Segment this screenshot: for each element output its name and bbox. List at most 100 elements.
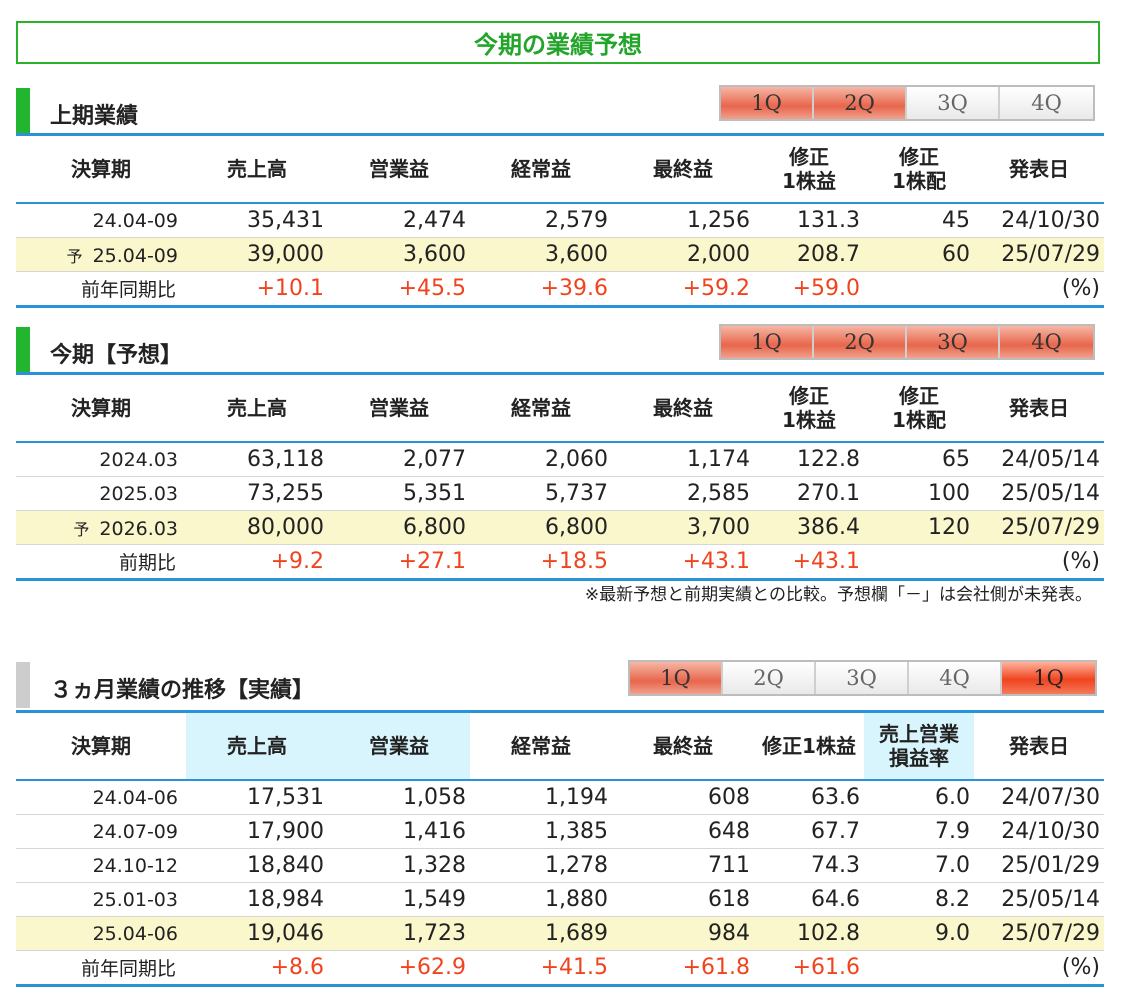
value-cell: 25/07/29 [1001, 921, 1100, 946]
period-label: 24.04-06 [92, 786, 178, 809]
comparison-value: +61.6 [792, 955, 860, 980]
tab-3q[interactable]: 3Q [907, 87, 1000, 119]
tab-4q[interactable]: 4Q [1000, 326, 1093, 358]
value-cell: 18,840 [247, 853, 324, 878]
value-cell: 25/05/14 [1001, 887, 1100, 912]
value-cell: 608 [708, 785, 750, 810]
period-cell: 25.01-03 [16, 889, 186, 911]
column-header: 営業益 [328, 136, 470, 202]
value-cell: 17,531 [247, 785, 324, 810]
tab-2q[interactable]: 2Q [723, 662, 816, 694]
table-row: 25.01-03 18,984 1,549 1,880 618 64.6 8.2 25/05/… [16, 883, 1104, 917]
table-row: 24.04-06 17,531 1,058 1,194 608 63.6 6.0 24/07/… [16, 781, 1104, 815]
comparison-value: +62.9 [398, 955, 466, 980]
period-label: 24.04-09 [92, 209, 178, 232]
period-cell: 予 25.04-09 [16, 243, 186, 267]
value-cell: 1,194 [545, 785, 608, 810]
value-cell: 60 [942, 242, 970, 267]
value-cell: 6,800 [545, 515, 608, 540]
tab-3q[interactable]: 3Q [816, 662, 909, 694]
comparison-value: +61.8 [682, 955, 750, 980]
column-header-label: 発表日 [1009, 396, 1069, 420]
comparison-value: +59.2 [682, 276, 750, 301]
value-cell: 984 [708, 921, 750, 946]
tab-1q[interactable]: 1Q [721, 87, 814, 119]
tab-4q[interactable]: 4Q [1000, 87, 1093, 119]
value-cell: 67.7 [811, 819, 860, 844]
value-cell: 100 [928, 481, 970, 506]
comparison-value: +39.6 [540, 276, 608, 301]
value-cell: 9.0 [935, 921, 970, 946]
column-header: 最終益 [612, 375, 754, 441]
period-label: 2025.03 [99, 482, 178, 505]
column-header: 売上高 [186, 713, 328, 779]
value-cell: 25/07/29 [1001, 242, 1100, 267]
table-row: 25.04-06 19,046 1,723 1,689 984 102.8 9.0 25/07… [16, 917, 1104, 951]
value-cell: 1,256 [687, 208, 750, 233]
value-cell: 3,600 [403, 242, 466, 267]
column-header-label: 修正 1株益 [782, 145, 836, 193]
table-row: 24.07-09 17,900 1,416 1,385 648 67.7 7.9 24/10/… [16, 815, 1104, 849]
value-cell: 208.7 [797, 242, 860, 267]
column-header-label: 発表日 [1009, 157, 1069, 181]
tab-4q[interactable]: 4Q [909, 662, 1002, 694]
value-cell: 24/05/14 [1001, 447, 1100, 472]
value-cell: 74.3 [811, 853, 860, 878]
quarterly-table: 決算期 売上高 営業益 経常益 最終益 修正1株益 売上営業 損益率 発表日 24.04-06 1… [16, 710, 1104, 987]
tab-1q-current[interactable]: 1Q [1002, 662, 1095, 694]
value-cell: 35,431 [247, 208, 324, 233]
tab-2q[interactable]: 2Q [814, 87, 907, 119]
value-cell: 1,278 [545, 853, 608, 878]
column-header: 発表日 [974, 375, 1104, 441]
quarter-tabs-quarterly: 1Q 2Q 3Q 4Q 1Q [628, 660, 1097, 696]
tab-2q[interactable]: 2Q [814, 326, 907, 358]
column-header-label: 決算期 [71, 157, 131, 181]
column-header-label: 修正 1株益 [782, 384, 836, 432]
column-header-label: 営業益 [369, 157, 429, 181]
comparison-value: (%) [1061, 955, 1100, 980]
value-cell: 1,328 [403, 853, 466, 878]
value-cell: 2,579 [545, 208, 608, 233]
period-cell: 予 2026.03 [16, 516, 186, 540]
period-label: 2026.03 [99, 517, 178, 540]
value-cell: 1,689 [545, 921, 608, 946]
column-header-label: 決算期 [71, 396, 131, 420]
column-header: 修正 1株配 [864, 136, 974, 202]
tab-1q[interactable]: 1Q [721, 326, 814, 358]
column-header: 営業益 [328, 713, 470, 779]
table-row: 2025.03 73,255 5,351 5,737 2,585 270.1 100 25/0… [16, 477, 1104, 511]
column-header-label: 経常益 [511, 157, 571, 181]
value-cell: 73,255 [247, 481, 324, 506]
value-cell: 648 [708, 819, 750, 844]
quarter-tabs-first-half: 1Q 2Q 3Q 4Q [719, 85, 1095, 121]
value-cell: 1,723 [403, 921, 466, 946]
value-cell: 1,058 [403, 785, 466, 810]
value-cell: 65 [942, 447, 970, 472]
value-cell: 1,880 [545, 887, 608, 912]
value-cell: 122.8 [797, 447, 860, 472]
column-header: 修正 1株配 [864, 375, 974, 441]
period-cell: 2025.03 [16, 483, 186, 505]
column-header: 発表日 [974, 136, 1104, 202]
value-cell: 25/07/29 [1001, 515, 1100, 540]
value-cell: 7.9 [935, 819, 970, 844]
table-row: 2024.03 63,118 2,077 2,060 1,174 122.8 65 24/05… [16, 443, 1104, 477]
value-cell: 2,585 [687, 481, 750, 506]
value-cell: 5,737 [545, 481, 608, 506]
column-header: 売上高 [186, 375, 328, 441]
value-cell: 24/10/30 [1001, 819, 1100, 844]
section-marker [16, 88, 30, 134]
forecast-mark: 予 [66, 246, 83, 266]
table-header-row: 決算期 売上高 営業益 経常益 最終益 修正 1株益 修正 1株配 発表日 [16, 375, 1104, 443]
column-header-label: 決算期 [71, 734, 131, 758]
value-cell: 2,000 [687, 242, 750, 267]
period-label: 25.04-09 [92, 244, 178, 267]
tab-1q[interactable]: 1Q [630, 662, 723, 694]
section-title-quarterly: ３ヵ月業績の推移【実績】 [16, 660, 314, 708]
value-cell: 3,700 [687, 515, 750, 540]
column-header: 経常益 [470, 713, 612, 779]
value-cell: 102.8 [797, 921, 860, 946]
value-cell: 1,416 [403, 819, 466, 844]
tab-3q[interactable]: 3Q [907, 326, 1000, 358]
value-cell: 131.3 [797, 208, 860, 233]
